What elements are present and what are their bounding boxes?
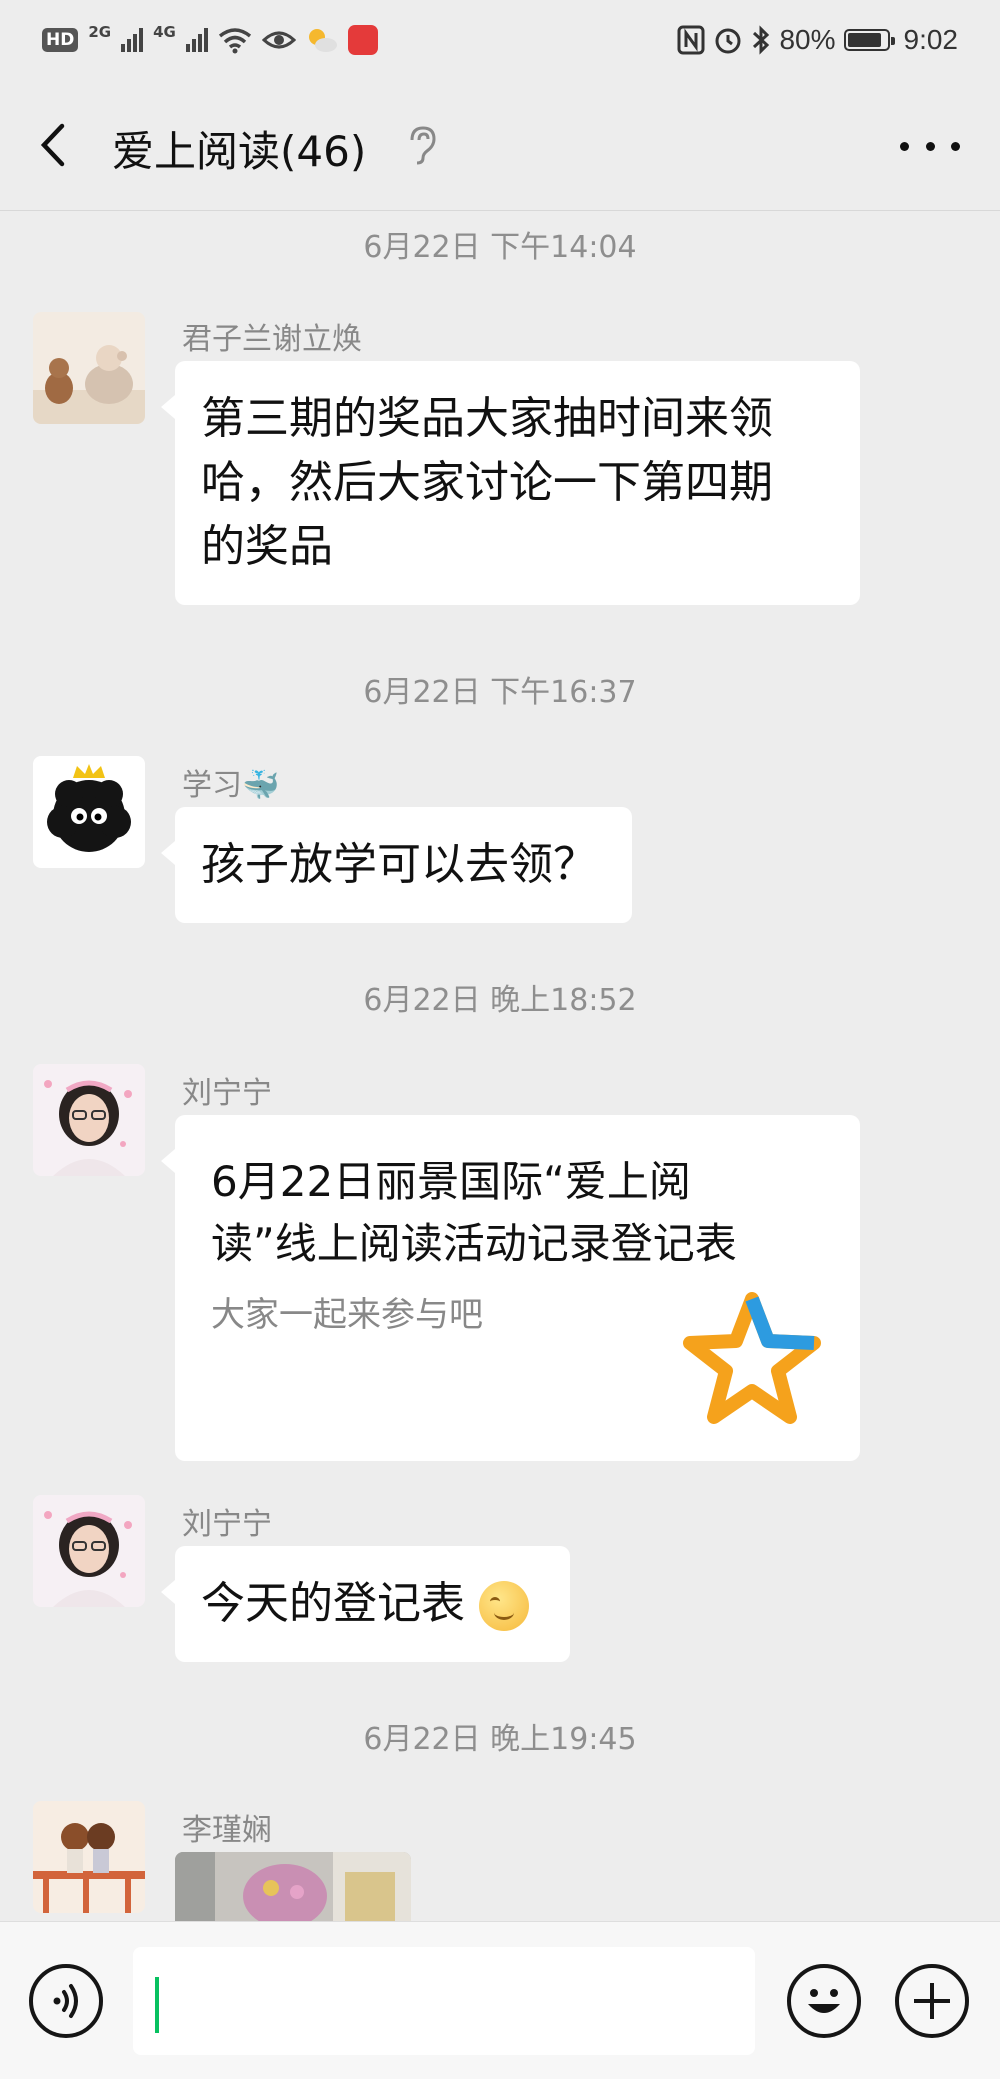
ear-icon [410,126,436,165]
clock-time: 9:02 [903,24,959,55]
voice-icon[interactable] [29,1964,103,2038]
chevron-left-icon[interactable] [30,120,80,170]
message-timestamp: 6月22日 下午14:04 [363,230,637,265]
avatar[interactable] [33,1495,145,1607]
message-line: 今天的登记表 [201,1578,465,1629]
battery-percent: 80% [779,24,836,55]
message-timestamp: 6月22日 晚上19:45 [363,1722,637,1757]
message-bubble[interactable]: 今天的登记表 [161,1546,570,1662]
message-line: 孩子放学可以去领？ [201,839,597,890]
message-line: 的奖品 [201,521,333,572]
card-title-line: 6月22日丽景国际“爱上阅 [211,1157,691,1206]
more-dots-icon[interactable] [900,128,960,164]
net-2g-label: 2G [88,22,112,41]
avatar[interactable] [33,756,145,868]
sender-name: 李瑾娴 [182,1813,272,1848]
chat-messages[interactable]: 6月22日 下午14:04 君子兰谢立焕 第三期的奖品大家抽时间来领 哈，然后大… [0,211,1000,1921]
hd-icon: HD [42,28,79,52]
nfc-icon [677,25,705,55]
chat-input-bar [0,1921,1000,2079]
message-bubble[interactable]: 第三期的奖品大家抽时间来领 哈，然后大家讨论一下第四期 的奖品 [161,361,860,605]
huawei-app-icon [347,25,378,55]
avatar[interactable] [33,1064,145,1176]
eye-icon [261,31,296,49]
message-timestamp: 6月22日 下午16:37 [363,675,637,710]
net-4g-label: 4G [153,22,176,41]
message-bubble[interactable]: 孩子放学可以去领？ [161,807,632,923]
message-input[interactable] [133,1947,755,2055]
avatar[interactable] [33,1801,145,1913]
emoji-icon[interactable] [787,1964,861,2038]
weather-icon [308,29,337,52]
alarm-icon [715,28,741,54]
chat-header: 爱上阅读(46) [0,80,1000,211]
sender-name: 刘宁宁 [182,1507,272,1542]
smiling-face-icon [479,1581,529,1631]
card-title-line: 读”线上阅读活动记录登记表 [211,1219,737,1268]
message-timestamp: 6月22日 晚上18:52 [363,983,637,1018]
signal-icon [185,28,208,52]
message-line: 第三期的奖品大家抽时间来领 [201,393,773,444]
avatar[interactable] [33,312,145,424]
sender-name: 君子兰谢立焕 [182,322,362,357]
chat-title[interactable]: 爱上阅读(46) [112,118,366,179]
text-caret [155,1977,159,2033]
image-message[interactable] [175,1852,411,1921]
bluetooth-icon [753,25,770,55]
signal-icon [121,28,144,52]
wifi-icon [218,28,251,54]
star-icon [683,1292,821,1424]
status-bar: HD 2G 4G 80% 9:02 [0,0,1000,80]
sender-name: 学习🐳 [182,768,280,803]
link-card[interactable]: 6月22日丽景国际“爱上阅 读”线上阅读活动记录登记表 大家一起来参与吧 [161,1115,860,1461]
plus-icon[interactable] [895,1964,969,2038]
battery-icon [843,29,895,51]
message-line: 哈，然后大家讨论一下第四期 [201,457,773,508]
sender-name: 刘宁宁 [182,1076,272,1111]
